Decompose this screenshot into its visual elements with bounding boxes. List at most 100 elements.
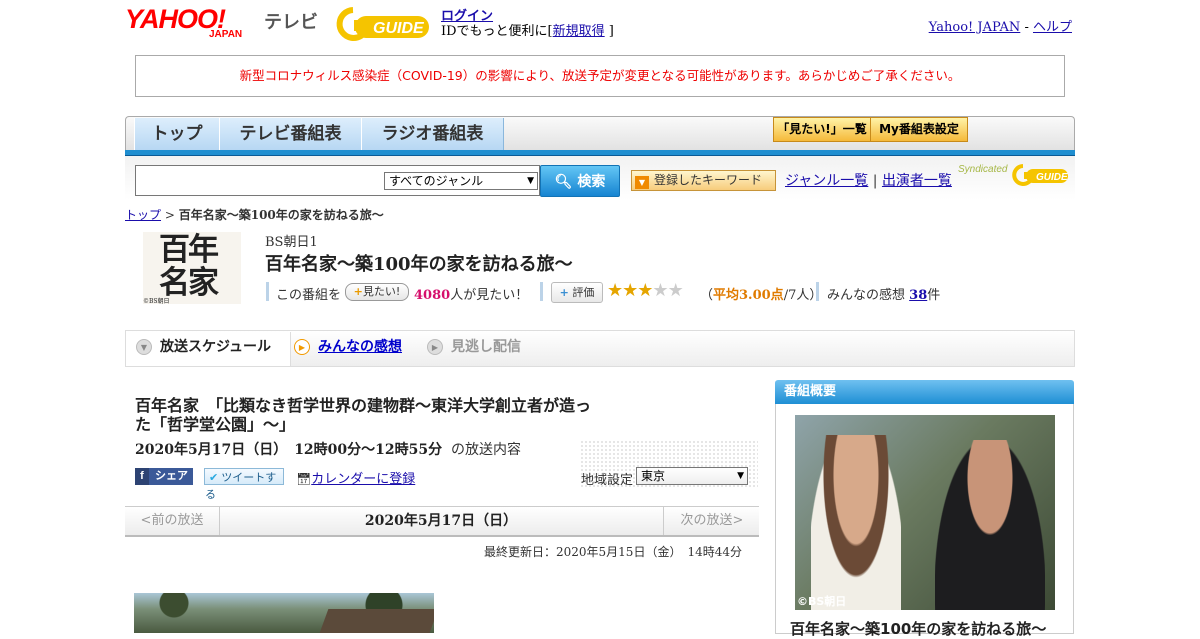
search-button-label: 検索 [577,174,606,190]
photo-person-right [935,440,1045,610]
region-label: 地域設定 [581,473,634,488]
episode-datetime-suffix: の放送内容 [451,442,522,458]
impressions-prefix: みんなの感想 [827,288,906,303]
twitter-bird-icon: ✔ [209,471,219,484]
search-links: ジャンル一覧 | 出演者一覧 [785,170,952,190]
divider [816,282,819,301]
yahoo-logo[interactable]: YAHOO! JAPAN [125,5,242,40]
photo-person-left [811,435,901,610]
last-updated: 最終更新日：2020年5月15日（金） 14時44分 [484,545,742,559]
photo-roof [319,609,434,633]
tweet-button[interactable]: ✔ ツイートする [204,468,284,501]
tv-label[interactable]: テレビ [264,8,318,34]
want-suffix: 人が見たい！ [450,288,529,303]
program-logo-line-1: 百年 [159,232,219,268]
triangle-down-icon: ▼ [635,176,649,189]
login-sub-prefix: IDでもっと便利に[ [441,24,553,39]
my-settings-button[interactable]: My番組表設定 [870,117,968,142]
nav-tab-tv[interactable]: テレビ番組表 [219,118,362,150]
star-empty-icon: ★ [667,280,684,301]
help-link[interactable]: ヘルプ [1033,20,1072,35]
region-select-value: 東京 [641,469,666,483]
facebook-icon: f [135,468,149,485]
nav-tab-radio[interactable]: ラジオ番組表 [361,118,504,150]
average-rating: （平均3.00点/7人） [700,284,822,303]
sidebar-program-title: 百年名家～築100年の家を訪ねる旅～ [790,620,1047,638]
link-separator: | [872,173,878,189]
mitai-button-label: 見たい! [362,285,401,298]
broadcast-date: 2020年5月17日（日） [364,513,518,529]
share-label: シェア [155,470,188,482]
rate-button-label: 評価 [572,286,595,299]
breadcrumb: トップ > 百年名家～築100年の家を訪ねる旅～ [125,206,384,223]
search-button[interactable]: 🔍︎ 検索 [540,165,620,197]
program-logo: 百年 名家 ©BS朝日 [143,232,241,305]
channel-name: BS朝日1 [265,235,318,250]
divider [540,282,543,301]
genre-list-link[interactable]: ジャンル一覧 [785,173,868,189]
want-prefix: この番組を [276,288,342,303]
calendar-icon: 📅︎ [296,472,312,486]
sidebar-header: 番組概要 [775,380,1074,404]
header-separator: - [1024,20,1029,35]
photo-credit: ©BS朝日 [797,595,847,608]
breadcrumb-separator: > [164,208,175,222]
star-icon: ★ [637,280,653,301]
gguide-small-logo: GUIDE [1012,164,1068,186]
dropdown-arrow-icon: ▼ [527,176,534,186]
mitai-list-button[interactable]: 「見たい!」一覧 [773,117,871,142]
breadcrumb-top[interactable]: トップ [125,208,161,222]
star-icon: ★ [607,280,623,301]
genre-select-value: すべてのジャンル [389,174,484,188]
gguide-logo[interactable]: GUIDE [335,6,435,42]
registered-keyword-button[interactable]: ▼ 登録したキーワード [631,170,776,191]
impressions-count-link[interactable]: 38 [909,288,927,303]
tab-kansou[interactable]: ▶ みんなの感想 [294,332,402,366]
program-title: 百年名家～築100年の家を訪ねる旅～ [265,254,573,275]
impressions-suffix: 件 [927,288,941,303]
region-select[interactable]: 東京 ▼ [636,467,748,485]
mitai-button[interactable]: +見たい! [345,283,409,301]
tab-minogashi-label: 見逃し配信 [451,339,521,355]
program-logo-text: 百年 名家 [159,232,219,300]
next-broadcast-button[interactable]: 次の放送> [663,507,760,535]
impressions: みんなの感想 38件 [827,284,940,303]
plus-icon: + [559,286,569,299]
episode-title: 百年名家 「比類なき哲学世界の建物群～東洋大学創立者が造った「哲学堂公園」～」 [135,396,592,434]
prev-broadcast-button[interactable]: <前の放送 [125,507,220,535]
facebook-share-button[interactable]: f シェア [135,468,193,485]
syndicated-gguide-logo: Syndicated GUIDE [958,164,1068,186]
dropdown-arrow-icon: ▼ [737,471,744,481]
header-links: Yahoo! JAPAN - ヘルプ [929,16,1072,35]
play-icon: ▶ [294,339,310,355]
gguide-logo-text: GUIDE [373,20,425,37]
search-icon: 🔍︎ [554,174,573,190]
genre-select[interactable]: すべてのジャンル ▼ [384,172,538,190]
performer-list-link[interactable]: 出演者一覧 [882,173,952,189]
syndicated-text: Syndicated [958,164,1008,175]
covid-notice: 新型コロナウィルス感染症（COVID-19）の影響により、放送予定が変更となる可… [135,55,1065,97]
program-logo-copyright: ©BS朝日 [143,298,170,305]
star-empty-icon: ★ [652,280,668,301]
star-icon: ★ [622,280,638,301]
calendar-link-label[interactable]: カレンダーに登録 [311,472,415,487]
tab-minogashi[interactable]: ▶ 見逃し配信 [427,332,521,366]
avg-label: 平均3.00点 [713,288,784,303]
chevron-down-icon: ▼ [136,339,152,355]
signup-link[interactable]: 新規取得 [553,24,605,39]
calendar-link[interactable]: 📅︎カレンダーに登録 [296,468,415,487]
want-count: 4080人が見たい！ [414,284,528,303]
nav-tab-top[interactable]: トップ [134,118,220,150]
program-photo: ©BS朝日 [795,415,1055,610]
play-icon: ▶ [427,339,443,355]
plus-icon: + [353,285,363,298]
yahoo-japan-link[interactable]: Yahoo! JAPAN [929,20,1021,35]
tab-schedule[interactable]: ▼ 放送スケジュール [126,332,291,366]
yahoo-japan-text: JAPAN [209,29,243,40]
rate-button[interactable]: + 評価 [551,282,603,303]
tab-kansou-label: みんなの感想 [318,339,402,355]
episode-photo [134,593,434,633]
divider [266,282,269,301]
want-count-number: 4080 [414,288,451,303]
login-sub-suffix: ] [608,24,614,39]
